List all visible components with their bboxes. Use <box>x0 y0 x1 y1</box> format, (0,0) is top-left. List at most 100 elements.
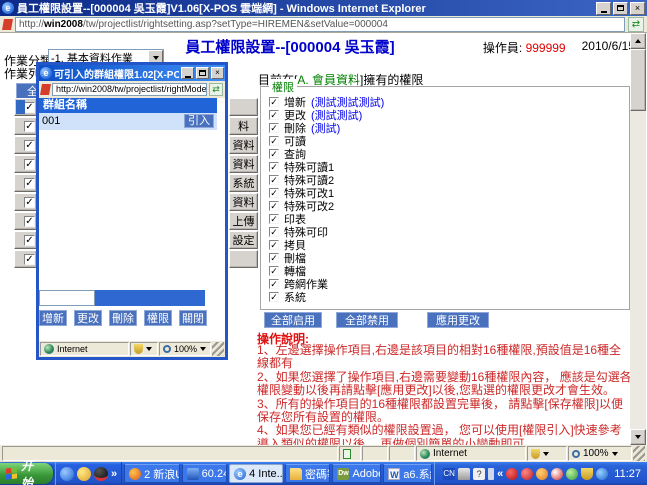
zoom-segment[interactable]: 100% <box>568 446 632 461</box>
task-remote[interactable]: 60.248.... <box>182 464 227 483</box>
qq-tray-icon[interactable] <box>506 468 518 480</box>
maximize-button[interactable] <box>613 2 628 15</box>
qq-penguin-icon[interactable] <box>94 467 108 481</box>
modify-button[interactable]: 更改 <box>74 310 102 326</box>
printer-icon[interactable] <box>458 468 470 480</box>
scroll-up-icon[interactable] <box>630 33 646 49</box>
operation-row-cell[interactable]: ✓ <box>14 98 37 116</box>
task-internet-explorer[interactable]: e4 Inte... <box>229 464 283 483</box>
group-name-input[interactable] <box>39 290 95 306</box>
operation-row-cell[interactable]: ✓ <box>14 117 37 135</box>
operation-checkbox[interactable]: ✓ <box>24 254 35 265</box>
address-input[interactable]: http://win2008/tw/projectlist/rightsetti… <box>15 17 625 32</box>
group-row[interactable]: 001 引入 <box>39 113 217 130</box>
dialog-protected-segment[interactable] <box>130 342 158 356</box>
operation-checkbox[interactable]: ✓ <box>24 159 35 170</box>
ladybug-tray-icon[interactable] <box>551 468 563 480</box>
operation-row-cell[interactable]: ✓ <box>14 174 37 192</box>
import-button[interactable]: 引入 <box>184 114 214 128</box>
resize-grip[interactable] <box>633 446 645 461</box>
thunder-tray-icon[interactable] <box>596 468 608 480</box>
close-button[interactable]: × <box>630 2 645 15</box>
operation-button-fragment[interactable]: 料 <box>229 117 258 135</box>
operation-checkbox[interactable]: ✓ <box>24 235 35 246</box>
operation-row-cell[interactable]: ✓ <box>14 231 37 249</box>
vertical-scrollbar[interactable] <box>630 33 646 445</box>
main-window-titlebar[interactable]: e 員工權限設置--[000004 吳玉霞]V1.06[X-POS 雲端網] -… <box>0 0 647 16</box>
permission-checkbox[interactable]: ✓ <box>269 97 279 107</box>
task-sina-uc[interactable]: 2 新浪UC <box>124 464 180 483</box>
permission-checkbox[interactable]: ✓ <box>269 188 279 198</box>
operation-button-fragment[interactable]: 上傳 <box>229 212 258 230</box>
operation-checkbox[interactable]: ✓ <box>24 102 35 113</box>
taskbar-clock[interactable]: 11:27 <box>614 468 641 480</box>
dialog-address-input[interactable]: http://win2008/tw/projectlist/rightMode <box>52 83 207 96</box>
operation-button-fragment[interactable]: 資料 <box>229 136 258 154</box>
permission-checkbox[interactable]: ✓ <box>269 214 279 224</box>
dialog-zoom-segment[interactable]: 100% <box>159 342 211 356</box>
operation-button-fragment[interactable]: 資料 <box>229 155 258 173</box>
delete-button[interactable]: 刪除 <box>109 310 137 326</box>
operation-row-cell[interactable]: ✓ <box>14 250 37 268</box>
messenger-icon[interactable] <box>77 467 91 481</box>
operation-row-cell[interactable]: ✓ <box>14 155 37 173</box>
pet-tray-icon[interactable] <box>536 468 548 480</box>
qq-tray-icon-2[interactable] <box>521 468 533 480</box>
tray-overflow-icon[interactable]: « <box>497 468 503 480</box>
permission-checkbox[interactable]: ✓ <box>269 175 279 185</box>
operation-checkbox[interactable]: ✓ <box>24 197 35 208</box>
page-compatibility-icon[interactable]: ⇄ <box>209 83 223 96</box>
quicklaunch-overflow-icon[interactable]: » <box>111 468 117 480</box>
ie-quicklaunch-icon[interactable] <box>60 467 74 481</box>
operation-row-cell[interactable]: ✓ <box>14 136 37 154</box>
operation-row-cell[interactable]: ✓ <box>14 193 37 211</box>
scrollbar-thumb[interactable] <box>630 49 646 111</box>
permission-checkbox[interactable]: ✓ <box>269 240 279 250</box>
permission-checkbox[interactable]: ✓ <box>269 201 279 211</box>
permission-checkbox[interactable]: ✓ <box>269 136 279 146</box>
apply-changes-button[interactable]: 應用更改 <box>427 312 489 328</box>
permission-checkbox[interactable]: ✓ <box>269 227 279 237</box>
permission-button[interactable]: 權限 <box>144 310 172 326</box>
dialog-minimize-button[interactable] <box>181 67 194 79</box>
dialog-titlebar[interactable]: e 可引入的群組權限1.02[X-POS 雲.. × <box>39 65 225 81</box>
permission-checkbox[interactable]: ✓ <box>269 110 279 120</box>
operation-checkbox[interactable]: ✓ <box>24 178 35 189</box>
page-compatibility-icon[interactable]: ⇄ <box>628 17 644 32</box>
operation-checkbox[interactable]: ✓ <box>24 216 35 227</box>
task-word-doc[interactable]: Wa6.系統... <box>383 464 432 483</box>
media-tray-icon[interactable] <box>566 468 578 480</box>
permission-checkbox[interactable]: ✓ <box>269 266 279 276</box>
input-method-indicator[interactable]: CN <box>443 468 455 480</box>
dialog-close-button[interactable]: × <box>211 67 224 79</box>
permission-checkbox[interactable]: ✓ <box>269 123 279 133</box>
operation-row-cell[interactable]: ✓ <box>14 212 37 230</box>
add-button[interactable]: 增新 <box>39 310 67 326</box>
operation-checkbox[interactable]: ✓ <box>24 140 35 151</box>
operation-button-fragment[interactable]: 系統 <box>229 174 258 192</box>
operation-checkbox[interactable]: ✓ <box>24 121 35 132</box>
enable-all-button[interactable]: 全部启用 <box>264 312 322 328</box>
eject-icon[interactable] <box>488 468 494 480</box>
help-icon[interactable]: ? <box>473 468 485 480</box>
task-folder[interactable]: 密碼等... <box>285 464 330 483</box>
task-adobe[interactable]: DwAdobe D... <box>332 464 381 483</box>
scroll-down-icon[interactable] <box>630 429 646 445</box>
dialog-resize-grip[interactable] <box>212 342 224 356</box>
operation-button-fragment[interactable]: 設定 <box>229 231 258 249</box>
operation-button-fragment[interactable]: 資料 <box>229 193 258 211</box>
operation-button-fragment[interactable] <box>229 98 258 116</box>
permission-checkbox[interactable]: ✓ <box>269 253 279 263</box>
protected-mode-segment[interactable] <box>527 446 567 461</box>
permission-checkbox[interactable]: ✓ <box>269 292 279 302</box>
permission-checkbox[interactable]: ✓ <box>269 162 279 172</box>
permission-checkbox[interactable]: ✓ <box>269 149 279 159</box>
dialog-maximize-button[interactable] <box>196 67 209 79</box>
disable-all-button[interactable]: 全部禁用 <box>336 312 398 328</box>
security-shield-tray-icon[interactable] <box>581 468 593 480</box>
operation-button-fragment[interactable] <box>229 250 258 268</box>
start-button[interactable]: 开始 <box>0 463 53 484</box>
permission-checkbox[interactable]: ✓ <box>269 279 279 289</box>
close-dialog-button[interactable]: 關閉 <box>179 310 207 326</box>
minimize-button[interactable] <box>596 2 611 15</box>
